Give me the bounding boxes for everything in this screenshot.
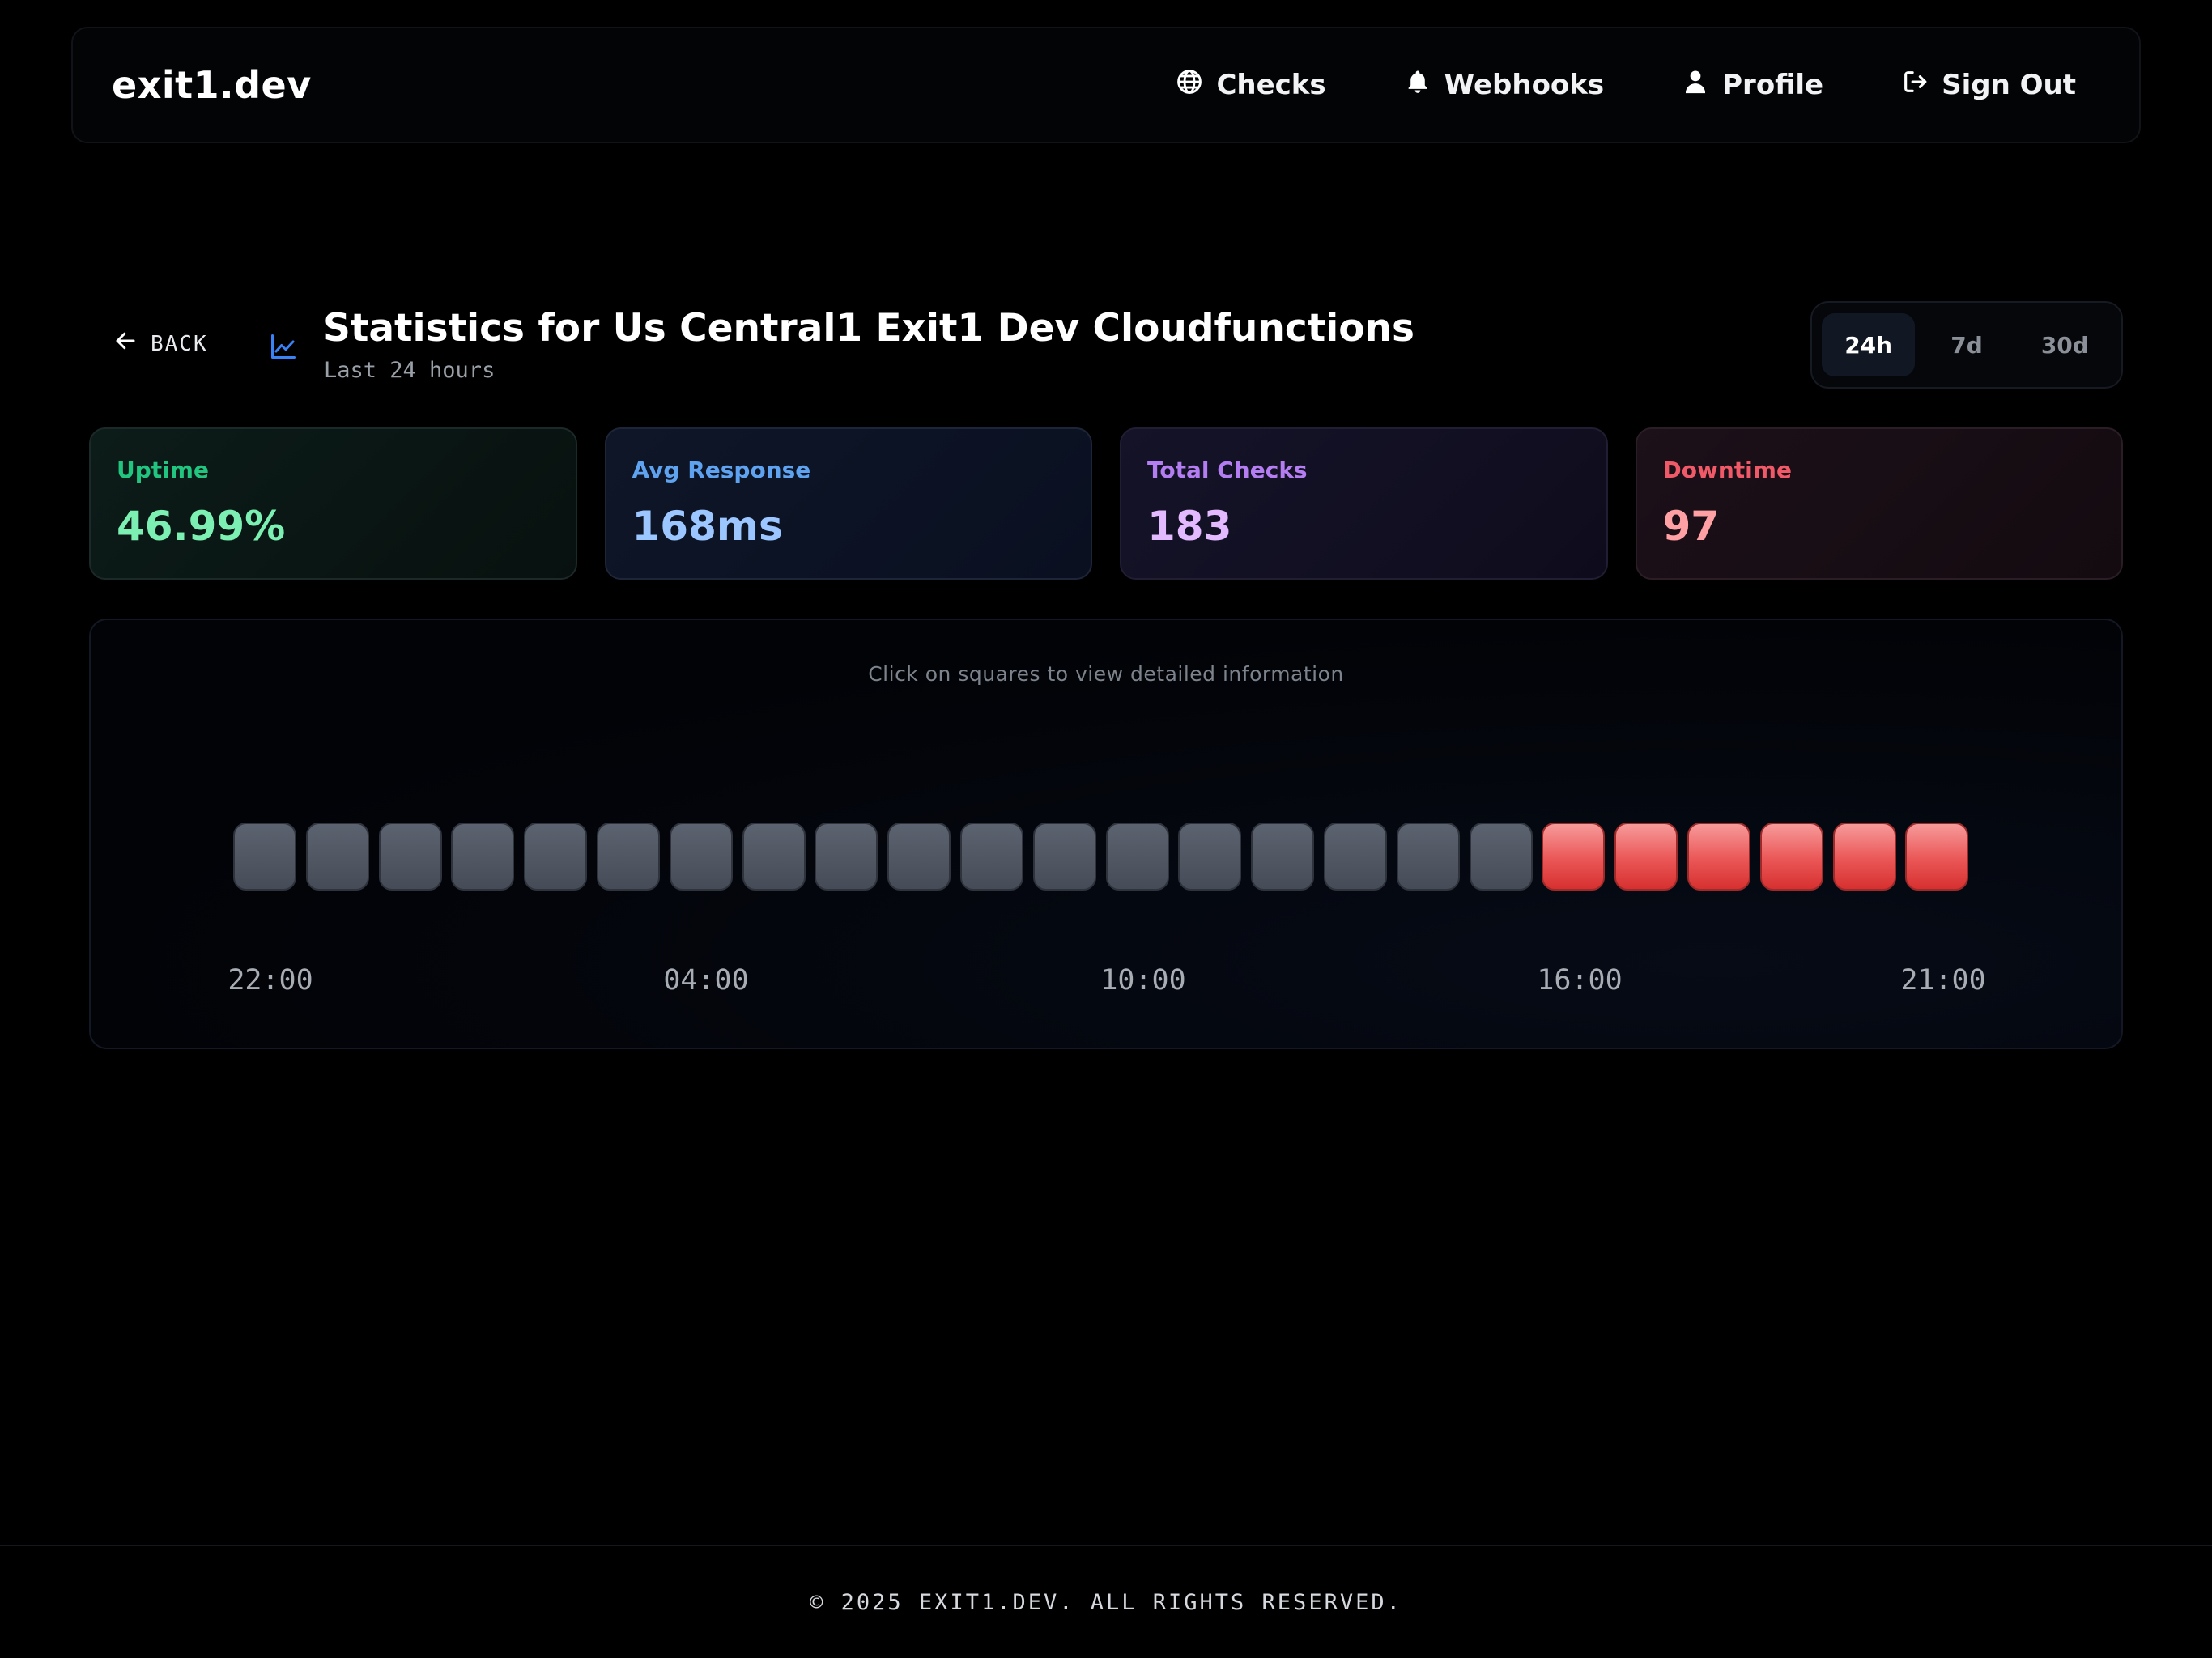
top-navbar: exit1.dev Checks Webhooks Profile Sign O… bbox=[71, 27, 2141, 143]
status-square-unknown[interactable] bbox=[1033, 823, 1096, 891]
status-square-down[interactable] bbox=[1687, 823, 1750, 891]
range-7d-button[interactable]: 7d bbox=[1920, 313, 2013, 376]
status-square-unknown[interactable] bbox=[960, 823, 1023, 891]
downtime-value: 97 bbox=[1662, 503, 1720, 550]
nav-link-label: Webhooks bbox=[1444, 69, 1605, 101]
status-square-unknown[interactable] bbox=[379, 823, 442, 891]
nav-link-label: Checks bbox=[1216, 69, 1326, 101]
globe-icon bbox=[1176, 68, 1203, 103]
time-tick-label: 16:00 bbox=[1537, 964, 1623, 997]
status-square-unknown[interactable] bbox=[670, 823, 733, 891]
avg-response-value: 168ms bbox=[632, 503, 783, 550]
status-squares bbox=[233, 823, 2014, 891]
time-tick-label: 10:00 bbox=[1100, 964, 1186, 997]
status-square-unknown[interactable] bbox=[306, 823, 369, 891]
status-timeline-panel: Click on squares to view detailed inform… bbox=[89, 619, 2123, 1049]
status-square-down[interactable] bbox=[1833, 823, 1896, 891]
total-checks-card: Total Checks 183 bbox=[1120, 427, 1608, 580]
time-range-toggle: 24h 7d 30d bbox=[1810, 301, 2123, 389]
page-title: Statistics for Us Central1 Exit1 Dev Clo… bbox=[323, 306, 1414, 351]
sign-out-icon bbox=[1901, 68, 1929, 103]
line-chart-icon bbox=[271, 334, 296, 359]
nav-link-profile[interactable]: Profile bbox=[1682, 68, 1823, 103]
status-square-unknown[interactable] bbox=[1178, 823, 1241, 891]
time-tick-label: 04:00 bbox=[663, 964, 749, 997]
range-30d-button[interactable]: 30d bbox=[2018, 313, 2112, 376]
status-square-down[interactable] bbox=[1905, 823, 1968, 891]
nav-link-label: Sign Out bbox=[1942, 69, 2076, 101]
downtime-card: Downtime 97 bbox=[1635, 427, 2123, 580]
user-icon bbox=[1682, 68, 1709, 103]
back-label: BACK bbox=[151, 331, 208, 356]
status-square-unknown[interactable] bbox=[742, 823, 806, 891]
nav-link-webhooks[interactable]: Webhooks bbox=[1404, 68, 1604, 103]
status-square-down[interactable] bbox=[1760, 823, 1823, 891]
back-button[interactable]: BACK bbox=[113, 329, 208, 359]
status-square-down[interactable] bbox=[1542, 823, 1605, 891]
status-square-unknown[interactable] bbox=[1470, 823, 1533, 891]
downtime-label: Downtime bbox=[1662, 457, 1792, 483]
status-square-unknown[interactable] bbox=[1397, 823, 1460, 891]
uptime-card: Uptime 46.99% bbox=[89, 427, 577, 580]
status-square-unknown[interactable] bbox=[597, 823, 660, 891]
status-square-unknown[interactable] bbox=[1106, 823, 1169, 891]
avg-response-card: Avg Response 168ms bbox=[604, 427, 1092, 580]
status-square-down[interactable] bbox=[1614, 823, 1678, 891]
status-square-unknown[interactable] bbox=[451, 823, 514, 891]
footer-copyright: © 2025 EXIT1.DEV. ALL RIGHTS RESERVED. bbox=[810, 1590, 1402, 1615]
status-square-unknown[interactable] bbox=[815, 823, 878, 891]
time-tick-label: 22:00 bbox=[228, 964, 313, 997]
total-checks-label: Total Checks bbox=[1147, 457, 1308, 483]
page-header: BACK Statistics for Us Central1 Exit1 De… bbox=[89, 301, 2123, 390]
nav-links: Checks Webhooks Profile Sign Out bbox=[1176, 68, 2100, 103]
range-24h-button[interactable]: 24h bbox=[1822, 313, 1916, 376]
uptime-value: 46.99% bbox=[117, 503, 286, 550]
status-square-unknown[interactable] bbox=[524, 823, 587, 891]
stat-cards: Uptime 46.99% Avg Response 168ms Total C… bbox=[89, 427, 2123, 580]
status-square-unknown[interactable] bbox=[1251, 823, 1314, 891]
status-square-unknown[interactable] bbox=[233, 823, 296, 891]
uptime-label: Uptime bbox=[117, 457, 209, 483]
status-square-unknown[interactable] bbox=[887, 823, 951, 891]
bell-icon bbox=[1404, 68, 1431, 103]
footer: © 2025 EXIT1.DEV. ALL RIGHTS RESERVED. bbox=[0, 1545, 2212, 1658]
nav-link-label: Profile bbox=[1722, 69, 1824, 101]
arrow-left-icon bbox=[113, 329, 138, 359]
time-tick-label: 21:00 bbox=[1900, 964, 1986, 997]
avg-response-label: Avg Response bbox=[632, 457, 811, 483]
nav-link-sign-out[interactable]: Sign Out bbox=[1901, 68, 2076, 103]
brand-logo[interactable]: exit1.dev bbox=[112, 63, 312, 107]
timeline-hint: Click on squares to view detailed inform… bbox=[868, 662, 1344, 686]
nav-link-checks[interactable]: Checks bbox=[1176, 68, 1326, 103]
page-subtitle: Last 24 hours bbox=[324, 358, 496, 383]
status-square-unknown[interactable] bbox=[1324, 823, 1387, 891]
total-checks-value: 183 bbox=[1147, 503, 1232, 550]
